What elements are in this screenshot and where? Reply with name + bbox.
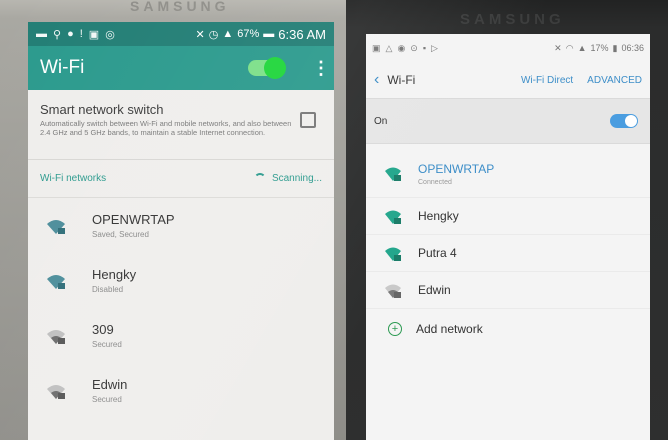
wifi-locked-strong-icon [385,210,401,224]
chat-icon: ● [67,27,74,40]
network-item-putra-4[interactable]: Putra 4 [366,235,650,272]
network-item-openwrtap[interactable]: OPENWRTAP Connected [366,150,650,198]
smart-switch-text: Smart network switch Automatically switc… [40,102,294,137]
page-title: Wi-Fi [40,57,85,78]
network-list: OPENWRTAP Connected Hengky Putra 4 Edwin… [366,150,650,349]
right-brand-logo: SAMSUNG [460,11,565,28]
smart-network-switch-row[interactable]: Smart network switch Automatically switc… [28,90,334,160]
wifi-locked-strong-icon [47,274,65,289]
left-brand-logo: SAMSUNG [130,0,230,14]
left-phone-screen: ▬ ⚲ ● ! ▣ ◎ ✕ ◷ ▲ 67% ▬ 6:36 AM Wi-Fi ⋮ [28,22,334,440]
clock: 6:36 AM [278,26,326,42]
mute-icon: ✕ [554,42,562,53]
network-item-309[interactable]: 309 Secured [28,308,334,363]
wifi-locked-strong-icon [385,247,401,261]
add-network-button[interactable]: + Add network [366,309,650,349]
wifi-locked-weak-icon [47,329,65,344]
network-status: Disabled [92,285,124,294]
network-name: Edwin [92,377,128,392]
wifi-locked-weak-icon [47,384,65,399]
wifi-toggle[interactable] [610,114,638,128]
battery-icon: ▬ [263,28,275,40]
wifi-direct-button[interactable]: Wi-Fi Direct [521,75,573,86]
app-bar: ‹ Wi-Fi Wi-Fi Direct ADVANCED [366,62,650,98]
wifi-master-switch-row[interactable]: On [366,98,650,144]
status-right: ✕ ◠ ▲ 17% ▮ 06:36 [554,43,644,54]
scanning-label: Scanning... [271,173,322,184]
network-item-edwin[interactable]: Edwin Secured [28,363,334,418]
download-icon: ◉ [397,42,406,53]
notification-icons: ▣ △ ◉ ⊙ ▪ ▷ [372,43,438,54]
scanning-spinner-icon [253,172,266,185]
network-name: 309 [92,322,114,337]
network-item-openwrtap[interactable]: OPENWRTAP Saved, Secured [28,198,334,253]
alert-icon: ! [79,27,83,40]
wifi-locked-strong-icon [47,219,65,234]
status-bar: ▣ △ ◉ ⊙ ▪ ▷ ✕ ◠ ▲ 17% ▮ 06:36 [366,34,650,62]
network-list: OPENWRTAP Saved, Secured Hengky Disabled [28,198,334,418]
add-network-label: Add network [416,322,483,336]
wifi-locked-weak-icon [385,284,401,298]
usb-icon: ⚲ [53,28,62,41]
network-status: Secured [92,395,122,404]
network-status: Connected [418,178,452,186]
wifi-locked-strong-icon [385,167,401,181]
alarm-icon: ◷ [208,28,219,41]
network-text: Hengky Disabled [92,267,136,294]
network-name: OPENWRTAP [418,161,495,176]
back-arrow-icon[interactable]: ‹ [374,71,379,89]
smart-switch-title: Smart network switch [40,102,164,117]
network-name: OPENWRTAP [92,212,175,227]
toggle-knob [625,115,637,127]
status-right: ✕ ◷ ▲ 67% ▬ 6:36 AM [196,27,326,42]
clock: 06:36 [621,42,644,53]
battery-percent: 17% [590,42,609,53]
wifi-toggle[interactable] [248,57,286,79]
notification-icons: ▬ ⚲ ● ! ▣ ◎ [36,28,115,41]
facebook-icon: ▪ [422,42,427,53]
network-status: Saved, Secured [92,230,149,239]
mute-icon: ✕ [195,28,205,41]
app-bar: Wi-Fi ⋮ [28,46,334,90]
network-name: Putra 4 [418,246,457,260]
network-item-edwin[interactable]: Edwin [366,272,650,309]
photo-scene: SAMSUNG SAMSUNG ▬ ⚲ ● ! ▣ ◎ ✕ ◷ ▲ 67% ▬ … [0,0,668,440]
advanced-button[interactable]: ADVANCED [587,75,642,86]
toggle-knob [264,57,286,79]
kebab-menu-icon[interactable]: ⋮ [312,58,330,79]
warning-icon: △ [385,42,393,53]
play-icon: ▷ [431,42,438,53]
page-title: Wi-Fi [387,73,416,87]
status-bar: ▬ ⚲ ● ! ▣ ◎ ✕ ◷ ▲ 67% ▬ 6:36 AM [28,22,334,46]
battery-icon: ▮ [612,42,618,53]
network-name: Hengky [92,267,137,282]
smart-switch-checkbox[interactable] [300,112,316,128]
gallery-icon: ▣ [372,42,381,53]
network-name: Edwin [418,283,451,297]
mail-icon: ▣ [88,28,100,41]
network-name: Hengky [418,209,459,223]
right-phone-screen: ▣ △ ◉ ⊙ ▪ ▷ ✕ ◠ ▲ 17% ▮ 06:36 ‹ Wi-Fi Wi… [366,34,650,440]
network-item-hengky[interactable]: Hengky Disabled [28,253,334,308]
network-text: OPENWRTAP Saved, Secured [92,212,175,239]
wifi-networks-header: Wi-Fi networks Scanning... [28,160,334,198]
network-text: Edwin Secured [92,377,127,404]
switch-label: On [374,115,388,127]
settings-icon: ⊙ [410,42,418,53]
scanning-status: Scanning... [253,172,322,185]
network-status: Secured [92,340,122,349]
signal-icon: ▲ [577,42,587,53]
camera-icon: ◎ [105,28,115,41]
signal-icon: ▲ [222,28,234,40]
plus-icon: + [388,322,402,336]
network-text: 309 Secured [92,322,122,349]
message-icon: ▬ [36,27,47,40]
wifi-status-icon: ◠ [565,42,574,53]
smart-switch-description: Automatically switch between Wi-Fi and m… [40,119,292,137]
network-text: OPENWRTAP Connected [418,162,494,186]
wifi-networks-label: Wi-Fi networks [40,173,107,184]
battery-percent: 67% [237,28,260,40]
network-item-hengky[interactable]: Hengky [366,198,650,235]
